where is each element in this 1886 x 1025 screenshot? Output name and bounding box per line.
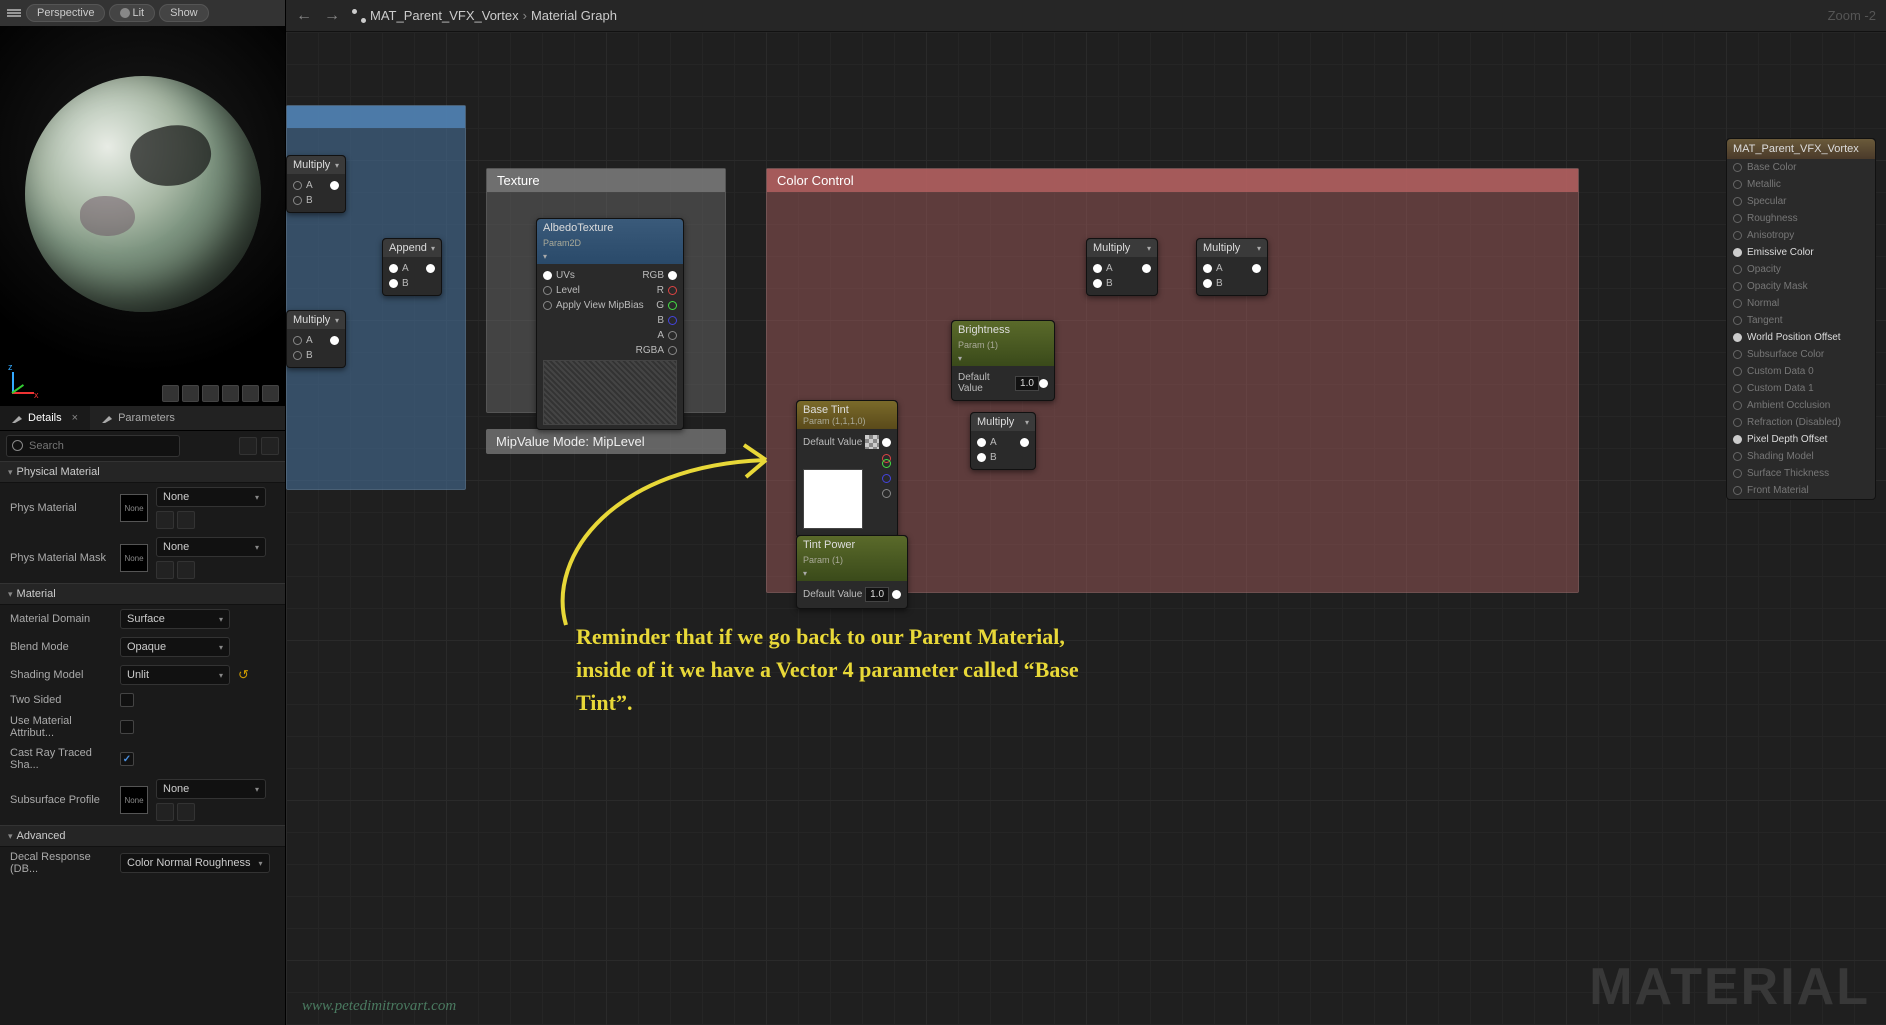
viewport-primitive-plane[interactable] <box>202 385 219 402</box>
viewport-primitive-cylinder[interactable] <box>162 385 179 402</box>
breadcrumb[interactable]: MAT_Parent_VFX_Vortex › Material Graph <box>352 8 617 23</box>
asset-thumbnail[interactable]: None <box>120 494 148 522</box>
output-pin[interactable]: Custom Data 0 <box>1727 363 1875 380</box>
watermark: MATERIAL <box>1589 957 1870 1017</box>
output-pin[interactable]: Front Material <box>1727 482 1875 499</box>
output-pin[interactable]: Base Color <box>1727 159 1875 176</box>
node-append[interactable]: Append A B <box>382 238 442 296</box>
prop-label: Blend Mode <box>10 641 112 653</box>
preview-sphere <box>25 76 261 312</box>
use-attributes-checkbox[interactable] <box>120 720 134 734</box>
prop-label: Material Domain <box>10 613 112 625</box>
viewport-primitive-cube[interactable] <box>222 385 239 402</box>
two-sided-checkbox[interactable] <box>120 693 134 707</box>
node-multiply[interactable]: Multiply A B <box>286 310 346 368</box>
browse-icon[interactable] <box>177 511 195 529</box>
output-pin[interactable]: Metallic <box>1727 176 1875 193</box>
use-selected-icon[interactable] <box>156 511 174 529</box>
output-pin[interactable]: Opacity <box>1727 261 1875 278</box>
output-pin[interactable]: Pixel Depth Offset <box>1727 431 1875 448</box>
asset-thumbnail[interactable]: None <box>120 544 148 572</box>
texture-preview <box>543 360 677 425</box>
prop-label: Shading Model <box>10 669 112 681</box>
output-pin[interactable]: Normal <box>1727 295 1875 312</box>
viewport-primitive-sphere[interactable] <box>182 385 199 402</box>
output-pin[interactable]: Specular <box>1727 193 1875 210</box>
graph-icon <box>352 9 366 23</box>
material-output-node[interactable]: MAT_Parent_VFX_Vortex Base ColorMetallic… <box>1726 138 1876 500</box>
cast-ray-checkbox[interactable] <box>120 752 134 766</box>
output-pin[interactable]: Custom Data 1 <box>1727 380 1875 397</box>
zoom-label: Zoom -2 <box>1828 8 1876 23</box>
material-preview-viewport[interactable]: zx <box>0 26 285 406</box>
prop-label: Two Sided <box>10 694 112 706</box>
viewport-primitive-mesh[interactable] <box>262 385 279 402</box>
credit: www.petedimitrovart.com <box>302 998 456 1015</box>
annotation-arrow <box>536 435 796 635</box>
prop-label: Phys Material Mask <box>10 552 112 564</box>
node-multiply[interactable]: Multiply A B <box>286 155 346 213</box>
use-selected-icon[interactable] <box>156 803 174 821</box>
search-input[interactable] <box>6 435 180 457</box>
node-base-tint[interactable]: Base TintParam (1,1,1,0) Default Value <box>796 400 898 538</box>
phys-mask-dropdown[interactable]: None <box>156 537 266 557</box>
perspective-pill[interactable]: Perspective <box>26 4 105 22</box>
section-physical-material[interactable]: Physical Material <box>0 461 285 483</box>
output-pin[interactable]: Shading Model <box>1727 448 1875 465</box>
browse-icon[interactable] <box>177 803 195 821</box>
output-pin[interactable]: World Position Offset <box>1727 329 1875 346</box>
filter-icon[interactable] <box>239 437 257 455</box>
browse-icon[interactable] <box>177 561 195 579</box>
blend-mode-dropdown[interactable]: Opaque <box>120 637 230 657</box>
decal-response-dropdown[interactable]: Color Normal Roughness <box>120 853 270 873</box>
viewport-primitive-custom[interactable] <box>242 385 259 402</box>
prop-label: Subsurface Profile <box>10 794 112 806</box>
prop-label: Cast Ray Traced Sha... <box>10 747 112 771</box>
asset-thumbnail[interactable]: None <box>120 786 148 814</box>
show-pill[interactable]: Show <box>159 4 209 22</box>
output-pin[interactable]: Subsurface Color <box>1727 346 1875 363</box>
output-pin[interactable]: Ambient Occlusion <box>1727 397 1875 414</box>
pencil-icon <box>12 413 22 423</box>
reset-icon[interactable]: ↺ <box>238 667 249 683</box>
section-advanced[interactable]: Advanced <box>0 825 285 847</box>
node-tint-power[interactable]: Tint PowerParam (1) Default Value 1.0 <box>796 535 908 609</box>
axis-gizmo: zx <box>8 360 46 398</box>
output-pin[interactable]: Emissive Color <box>1727 244 1875 261</box>
output-pin[interactable]: Surface Thickness <box>1727 465 1875 482</box>
shading-model-dropdown[interactable]: Unlit <box>120 665 230 685</box>
material-domain-dropdown[interactable]: Surface <box>120 609 230 629</box>
prop-label: Decal Response (DB... <box>10 851 112 875</box>
phys-material-dropdown[interactable]: None <box>156 487 266 507</box>
subsurface-dropdown[interactable]: None <box>156 779 266 799</box>
output-pin[interactable]: Refraction (Disabled) <box>1727 414 1875 431</box>
tab-details[interactable]: Details× <box>0 406 90 430</box>
output-pin[interactable]: Opacity Mask <box>1727 278 1875 295</box>
close-icon[interactable]: × <box>72 412 78 424</box>
settings-icon[interactable] <box>261 437 279 455</box>
node-multiply[interactable]: Multiply A B <box>970 412 1036 470</box>
nav-forward-icon[interactable]: → <box>324 7 340 25</box>
tab-parameters[interactable]: Parameters <box>90 406 187 430</box>
node-multiply[interactable]: Multiply A B <box>1196 238 1268 296</box>
hamburger-icon[interactable] <box>6 5 22 21</box>
color-swatch[interactable] <box>803 469 863 529</box>
nav-back-icon[interactable]: ← <box>296 7 312 25</box>
section-material[interactable]: Material <box>0 583 285 605</box>
output-pin[interactable]: Roughness <box>1727 210 1875 227</box>
output-pin[interactable]: Anisotropy <box>1727 227 1875 244</box>
pencil-icon <box>102 413 112 423</box>
use-selected-icon[interactable] <box>156 561 174 579</box>
output-pin[interactable]: Tangent <box>1727 312 1875 329</box>
prop-label: Phys Material <box>10 502 112 514</box>
node-albedo-texture[interactable]: AlbedoTextureParam2D UVsRGB LevelR Apply… <box>536 218 684 430</box>
lit-pill[interactable]: Lit <box>109 4 155 22</box>
node-brightness[interactable]: BrightnessParam (1) Default Value 1.0 <box>951 320 1055 401</box>
prop-label: Use Material Attribut... <box>10 715 112 739</box>
node-multiply[interactable]: Multiply A B <box>1086 238 1158 296</box>
